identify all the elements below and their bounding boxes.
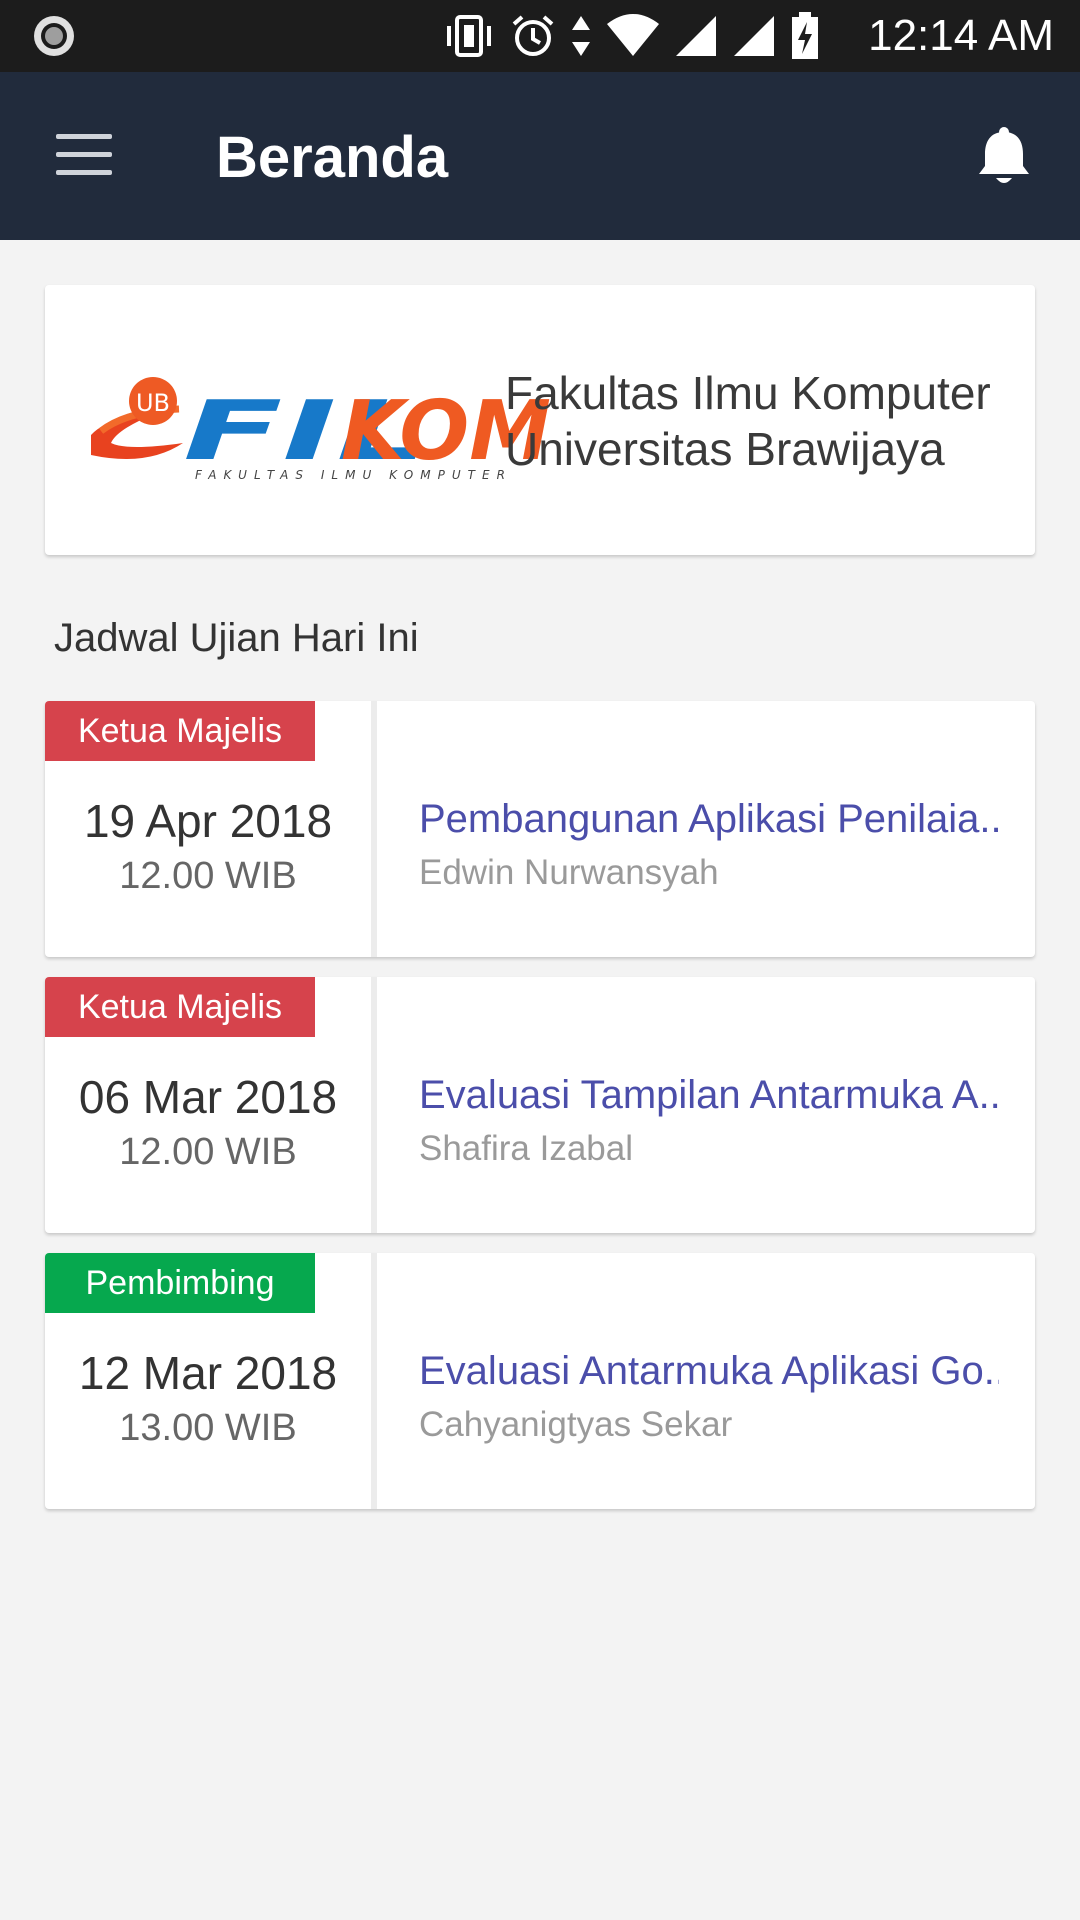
faculty-name: Fakultas Ilmu Komputer Universitas Brawi… (505, 365, 1035, 477)
divider (371, 701, 377, 957)
role-badge: Ketua Majelis (45, 977, 315, 1037)
exam-time: 12.00 WIB (119, 1131, 297, 1173)
faculty-banner: UB FIL KOM FAKULTAS ILMU KOMPUTER Fakult… (45, 285, 1035, 555)
exam-date: 06 Mar 2018 (78, 1071, 338, 1123)
exam-title: Pembangunan Aplikasi Penilaia.. (419, 797, 999, 841)
filkom-logo: UB FIL KOM FAKULTAS ILMU KOMPUTER (91, 377, 551, 482)
student-name: Shafira Izabal (419, 1129, 634, 1168)
exam-card[interactable]: Ketua Majelis 19 Apr 2018 12.00 WIB Pemb… (45, 701, 1035, 957)
faculty-name-line2: Universitas Brawijaya (505, 423, 945, 475)
notification-button[interactable] (968, 120, 1040, 192)
svg-text:FAKULTAS ILMU KOMPUTER: FAKULTAS ILMU KOMPUTER (195, 468, 505, 482)
app-bar: Beranda (0, 72, 1080, 240)
status-bar: 12:14 AM (0, 0, 1080, 72)
record-icon (34, 16, 74, 56)
svg-text:UB: UB (136, 389, 170, 417)
exam-title: Evaluasi Tampilan Antarmuka A.. (419, 1073, 999, 1117)
wifi-icon (607, 14, 659, 56)
role-badge: Ketua Majelis (45, 701, 315, 761)
battery-charging-icon (792, 12, 818, 59)
exam-date: 12 Mar 2018 (78, 1347, 338, 1399)
signal-icon (676, 16, 716, 56)
exam-card[interactable]: Ketua Majelis 06 Mar 2018 12.00 WIB Eval… (45, 977, 1035, 1233)
alarm-icon (512, 15, 554, 56)
status-time: 12:14 AM (868, 11, 1054, 60)
data-arrows-icon (572, 16, 590, 56)
exam-card[interactable]: Pembimbing 12 Mar 2018 13.00 WIB Evaluas… (45, 1253, 1035, 1509)
divider (371, 1253, 377, 1509)
page-title: Beranda (216, 125, 449, 190)
exam-title: Evaluasi Antarmuka Aplikasi Go.. (419, 1349, 999, 1393)
exam-time: 13.00 WIB (119, 1407, 297, 1449)
exam-time: 12.00 WIB (119, 855, 297, 897)
divider (371, 977, 377, 1233)
student-name: Edwin Nurwansyah (419, 853, 719, 892)
student-name: Cahyanigtyas Sekar (419, 1405, 733, 1444)
exam-date: 19 Apr 2018 (83, 795, 333, 847)
menu-button[interactable] (44, 124, 116, 188)
signal-icon (734, 16, 774, 56)
section-title: Jadwal Ujian Hari Ini (54, 616, 419, 660)
role-badge: Pembimbing (45, 1253, 315, 1313)
faculty-name-line1: Fakultas Ilmu Komputer (505, 367, 991, 419)
vibrate-icon (447, 15, 491, 57)
bell-icon (979, 127, 1029, 183)
